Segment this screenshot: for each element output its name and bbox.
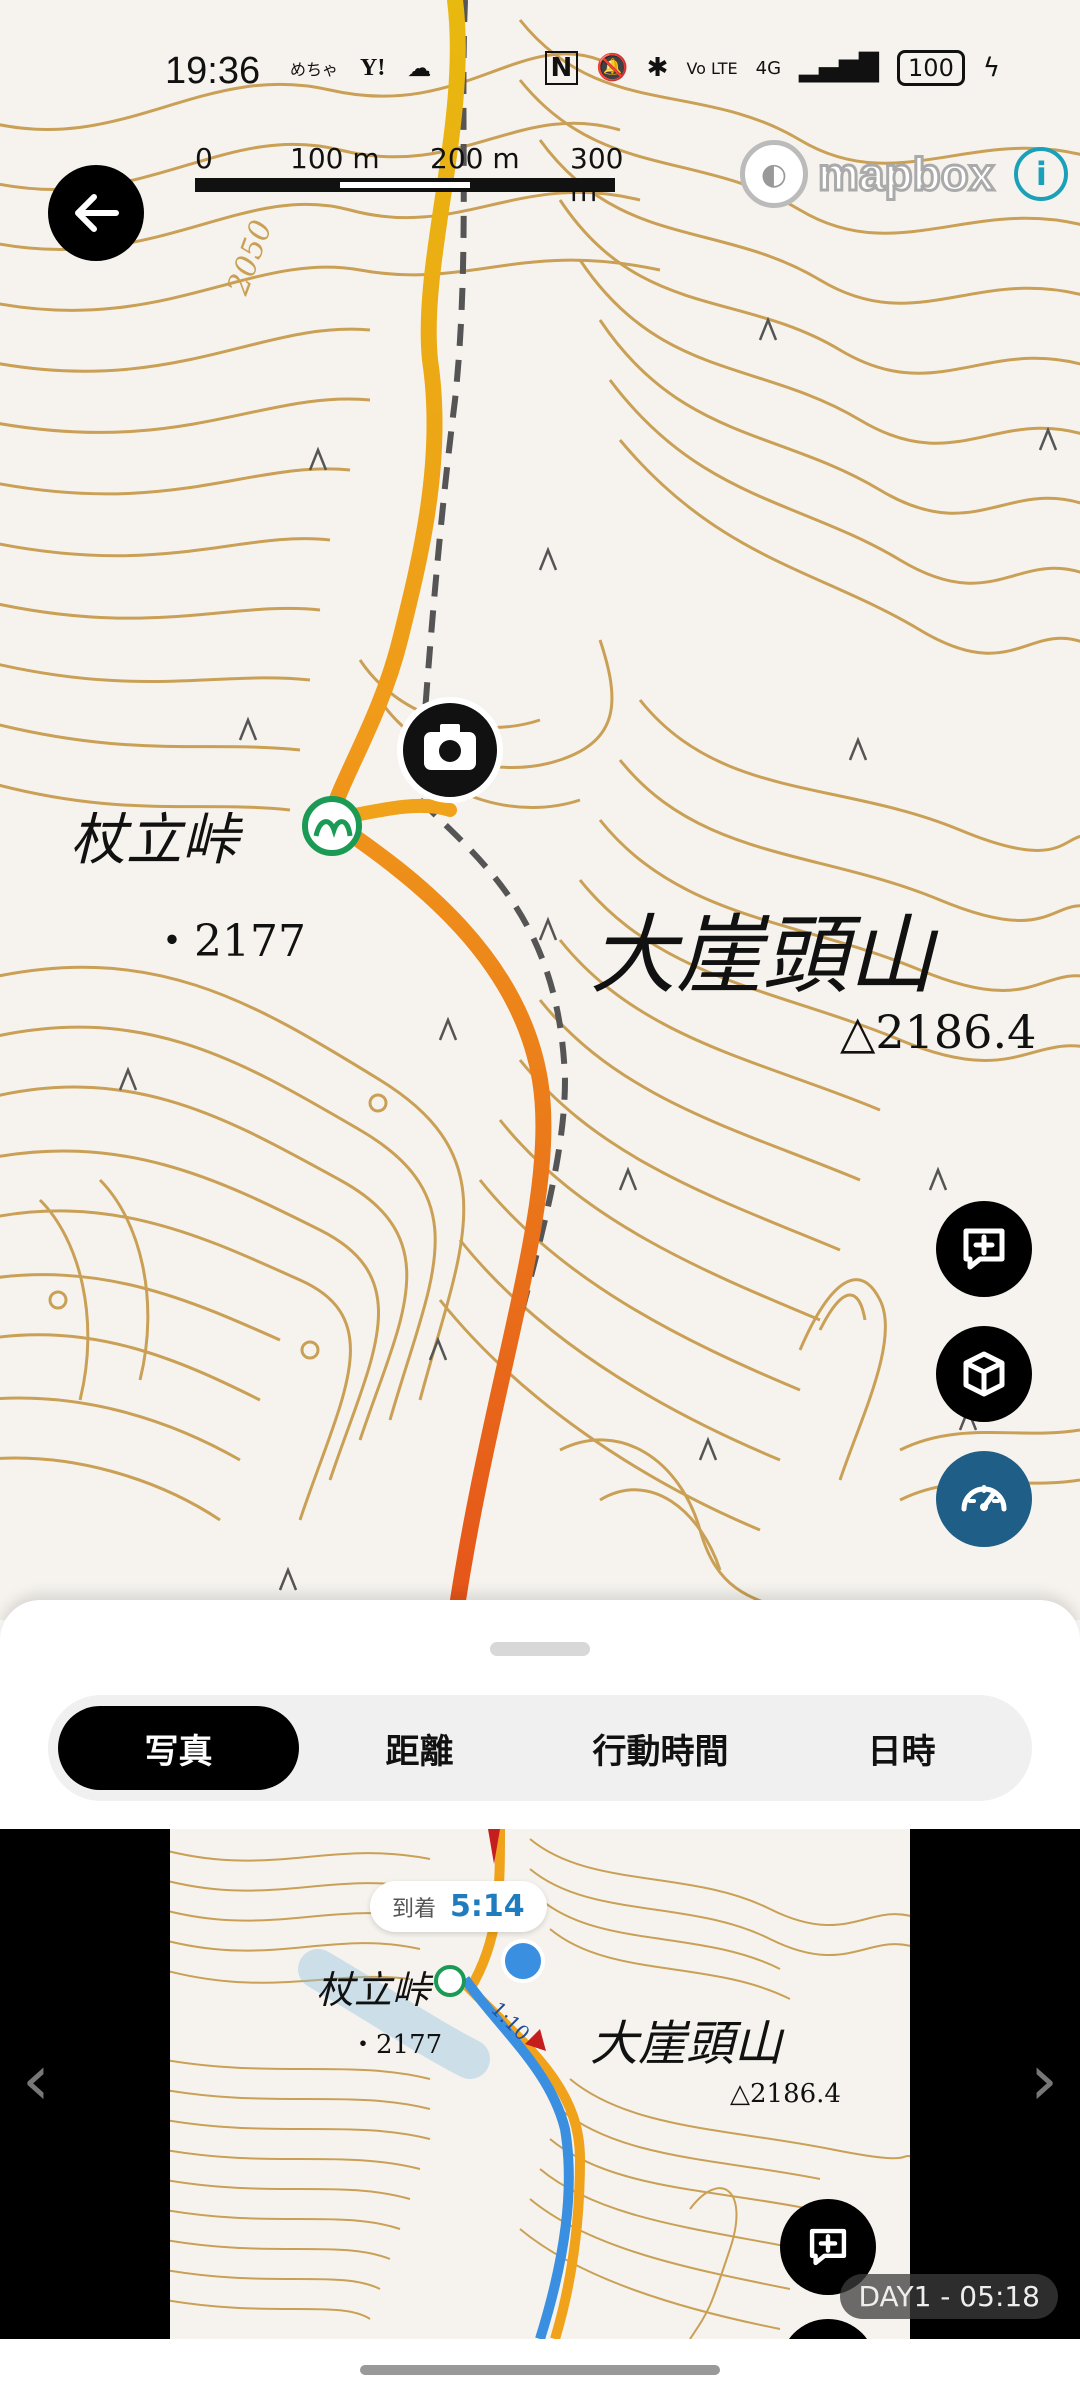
scale-label-300: 300 m (570, 142, 624, 208)
status-time: 19:36 (165, 50, 261, 92)
arrival-label: 到着 (392, 1896, 437, 1922)
topo-map[interactable]: 杖立峠 ・2177 大崖頭山 △2186.4 2050 (0, 0, 1080, 1620)
prev-photo-button[interactable]: ‹ (22, 2039, 50, 2121)
scale-label-0: 0 (195, 142, 213, 175)
back-button[interactable] (48, 165, 144, 261)
scale-label-100: 100 m (290, 142, 380, 175)
mute-icon: 🔕 (596, 53, 629, 83)
mapbox-wordmark: mapbox (816, 147, 995, 202)
signal-icon: ▂▄▆█ (799, 53, 880, 83)
cloud-icon: ☁ (407, 54, 432, 82)
speed-gauge-button[interactable] (936, 1451, 1032, 1547)
scale-label-200: 200 m (430, 142, 520, 175)
home-indicator[interactable] (360, 2365, 720, 2375)
photo-image: 杖立峠 ・2177 大崖頭山 △2186.4 1:10 到着 5:14 (170, 1829, 910, 2339)
status-notification-icons: めちゃ Y! ☁ (290, 54, 431, 82)
photo-viewer[interactable]: ‹ › 杖立峠 ・2177 大崖頭山 △2186.4 1:10 到着 5:14 … (0, 1829, 1080, 2339)
arrow-left-icon (75, 194, 119, 232)
mountain-name-label: 大崖頭山 (590, 906, 934, 1006)
cube-icon (963, 1351, 1005, 1397)
arrival-time: 5:14 (450, 1889, 525, 1924)
segmented-tabs: 写真 距離 行動時間 日時 (48, 1695, 1032, 1801)
mecha-icon: めちゃ (290, 60, 339, 79)
speedometer-icon (961, 1485, 1007, 1512)
status-bar: 19:36 めちゃ Y! ☁ N 🔕 ✱ Vo LTE 4G ▂▄▆█ 100 … (0, 0, 1080, 140)
photo-spot-height: ・2177 (350, 2030, 443, 2060)
next-photo-button[interactable]: › (1030, 2039, 1058, 2121)
triangulation-point-label: △2186.4 (840, 1005, 1037, 1059)
photo-day-timestamp: DAY1 - 05:18 (840, 2274, 1058, 2319)
scale-bar: 0 100 m 200 m 300 m (195, 142, 625, 208)
tab-photos[interactable]: 写真 (58, 1706, 299, 1790)
network-4g-icon: 4G (755, 57, 782, 79)
tab-distance[interactable]: 距離 (299, 1706, 540, 1790)
charging-icon: ϟ (982, 53, 1000, 83)
bluetooth-icon: ✱ (646, 53, 669, 83)
yahoo-icon: Y! (360, 54, 386, 81)
sheet-drag-handle[interactable] (490, 1642, 590, 1656)
tab-datetime[interactable]: 日時 (781, 1706, 1022, 1790)
tab-activity-time[interactable]: 行動時間 (540, 1706, 781, 1790)
add-note-button[interactable] (936, 1201, 1032, 1297)
battery-indicator: 100 (897, 50, 965, 86)
bottom-sheet: 写真 距離 行動時間 日時 ‹ › 杖立峠 ・2177 大崖頭山 △2186.4… (0, 1600, 1080, 2400)
nfc-icon: N (544, 51, 579, 85)
pass-name-label: 杖立峠 (70, 808, 238, 873)
3d-view-button[interactable] (936, 1326, 1032, 1422)
photo-pass-name: 杖立峠 (316, 1968, 431, 2012)
photo-mountain-name: 大崖頭山 (590, 2016, 783, 2072)
arrival-time-pill: 到着 5:14 (370, 1881, 547, 1932)
comment-plus-icon (809, 2228, 847, 2266)
mapbox-logo-icon: ◐ (740, 140, 808, 208)
photo-triangulation-point: △2186.4 (730, 2079, 841, 2109)
mapbox-attribution: ◐ mapbox i (740, 140, 1069, 208)
spot-height-label: ・2177 (150, 916, 306, 967)
volte-icon: Vo LTE (686, 58, 738, 78)
info-icon[interactable]: i (1014, 147, 1069, 201)
comment-plus-icon (963, 1228, 1005, 1270)
scale-bar-graphic (195, 178, 615, 192)
status-system-icons: N 🔕 ✱ Vo LTE 4G ▂▄▆█ 100 ϟ (544, 50, 1000, 86)
